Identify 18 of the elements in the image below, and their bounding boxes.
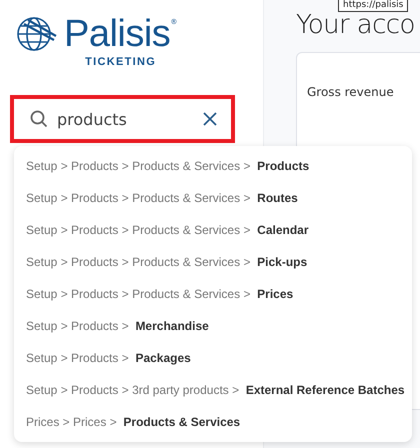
search-result-item[interactable]: Setup > Products > Products & Services > Pick-ups	[14, 246, 412, 278]
search-result-item[interactable]: Setup > Products > Products & Services > Routes	[14, 182, 412, 214]
page-title: Your acco	[296, 10, 416, 40]
search-result-item[interactable]: Setup > Products > 3rd party products > External Reference Batches	[14, 374, 412, 406]
search-icon	[30, 110, 48, 128]
globe-icon	[14, 14, 58, 52]
brand-tagline: TICKETING	[85, 56, 156, 68]
search-field[interactable]: products	[57, 110, 194, 128]
search-result-item[interactable]: Setup > Products > Products & Services > Prices	[14, 278, 412, 310]
search-result-item[interactable]: Setup > Products > Products & Services > Products	[14, 150, 412, 182]
card-label: Gross revenue	[307, 85, 394, 99]
search-result-item[interactable]: Setup > Products > Products & Services > Calendar	[14, 214, 412, 246]
clear-button[interactable]	[203, 112, 217, 126]
search-result-item[interactable]: Prices > Prices > Products & Services	[14, 406, 412, 438]
brand-name: Palisis	[64, 14, 170, 54]
search-result-item[interactable]: Setup > Products > Merchandise	[14, 310, 412, 342]
url-tooltip: https://palisis	[338, 0, 408, 12]
search-result-item[interactable]: Setup > Products > Packages	[14, 342, 412, 374]
